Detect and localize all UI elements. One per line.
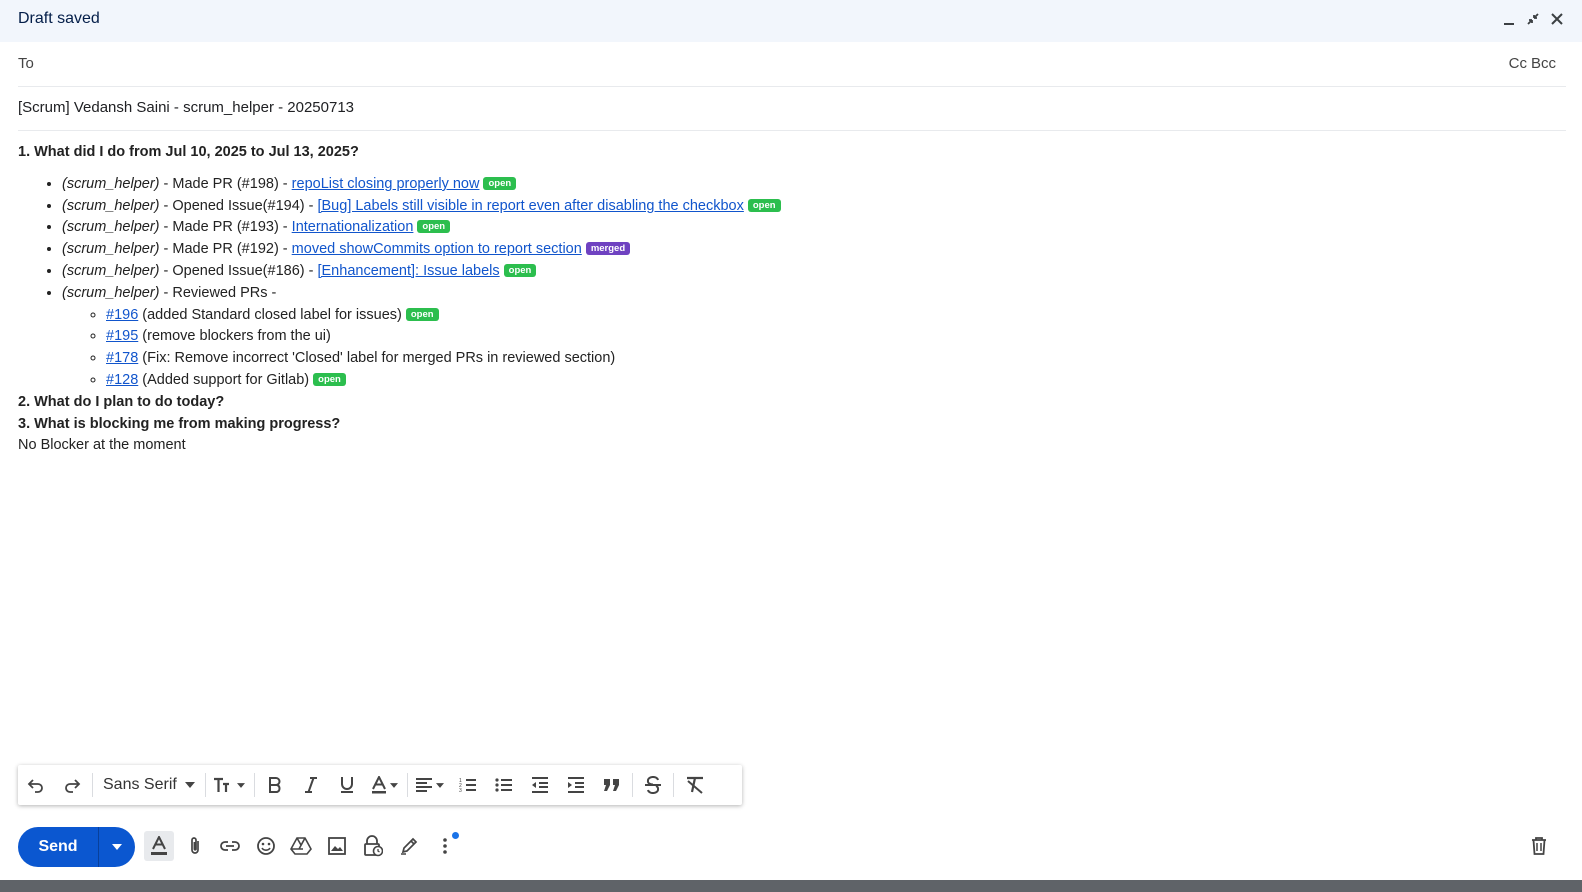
status-badge: merged bbox=[585, 242, 631, 256]
question-3-heading: 3. What is blocking me from making progr… bbox=[18, 415, 341, 432]
chevron-down-icon bbox=[184, 782, 195, 788]
formatting-toolbar: Sans Serif 123 bbox=[18, 765, 742, 805]
font-size-icon[interactable] bbox=[208, 767, 252, 803]
status-badge: open bbox=[503, 263, 537, 277]
status-badge: open bbox=[483, 176, 517, 190]
underline-icon[interactable] bbox=[329, 767, 365, 803]
activity-list: (scrum_helper) - Made PR (#198) - repoLi… bbox=[18, 174, 1558, 392]
numbered-list-icon[interactable]: 123 bbox=[450, 767, 486, 803]
list-item: (scrum_helper) - Made PR (#198) - repoLi… bbox=[62, 174, 1558, 196]
message-body[interactable]: 1. What did I do from Jul 10, 2025 to Ju… bbox=[18, 142, 1558, 457]
font-family-select[interactable]: Sans Serif bbox=[95, 767, 203, 803]
close-icon[interactable] bbox=[1548, 9, 1566, 29]
formatting-options-icon[interactable] bbox=[144, 831, 174, 861]
divider bbox=[631, 773, 633, 797]
subject-field[interactable]: [Scrum] Vedansh Saini - scrum_helper - 2… bbox=[18, 99, 354, 116]
compose-actions-bar: Send bbox=[0, 822, 1582, 872]
undo-icon[interactable] bbox=[18, 767, 54, 803]
window-controls bbox=[1500, 9, 1566, 29]
link-icon[interactable] bbox=[217, 833, 243, 859]
text-color-icon[interactable] bbox=[365, 767, 405, 803]
divider bbox=[204, 773, 206, 797]
confidential-mode-icon[interactable] bbox=[360, 833, 386, 859]
status-badge: open bbox=[405, 307, 439, 321]
redo-icon[interactable] bbox=[54, 767, 90, 803]
question-2-heading: 2. What do I plan to do today? bbox=[18, 393, 225, 410]
list-item: #128 (Added support for Gitlab)open bbox=[106, 370, 1558, 392]
recipients-row[interactable]: To Cc Bcc bbox=[18, 46, 1566, 87]
window-bottom-border bbox=[0, 880, 1582, 892]
cc-link[interactable]: Cc bbox=[1509, 55, 1527, 72]
pr-link[interactable]: #196 bbox=[106, 307, 138, 323]
list-item: (scrum_helper) - Made PR (#193) - Intern… bbox=[62, 217, 1558, 239]
pr-link[interactable]: #178 bbox=[106, 350, 138, 366]
draft-status-title: Draft saved bbox=[18, 10, 100, 27]
exit-fullscreen-icon[interactable] bbox=[1524, 9, 1542, 29]
attach-icon[interactable] bbox=[182, 833, 208, 859]
list-item: (scrum_helper) - Reviewed PRs - #196 (ad… bbox=[62, 283, 1558, 392]
list-item: #195 (remove blockers from the ui) bbox=[106, 326, 1558, 348]
strikethrough-icon[interactable] bbox=[635, 767, 671, 803]
notification-dot bbox=[452, 832, 459, 839]
pr-link[interactable]: repoList closing properly now bbox=[292, 176, 480, 192]
drive-icon[interactable] bbox=[288, 833, 314, 859]
cc-bcc-links: Cc Bcc bbox=[1509, 55, 1556, 72]
issue-link[interactable]: [Bug] Labels still visible in report eve… bbox=[317, 198, 743, 214]
status-badge: open bbox=[417, 220, 451, 234]
list-item: #178 (Fix: Remove incorrect 'Closed' lab… bbox=[106, 348, 1558, 370]
remove-formatting-icon[interactable] bbox=[676, 767, 714, 803]
list-item: (scrum_helper) - Opened Issue(#186) - [E… bbox=[62, 261, 1558, 283]
question-1-heading: 1. What did I do from Jul 10, 2025 to Ju… bbox=[18, 144, 359, 160]
pr-link[interactable]: #195 bbox=[106, 328, 138, 344]
issue-link[interactable]: [Enhancement]: Issue labels bbox=[317, 263, 499, 279]
svg-text:3: 3 bbox=[459, 788, 462, 793]
divider bbox=[406, 773, 408, 797]
insert-photo-icon[interactable] bbox=[324, 833, 350, 859]
to-label: To bbox=[18, 55, 34, 72]
reviewed-prs-list: #196 (added Standard closed label for is… bbox=[62, 305, 1558, 392]
divider bbox=[672, 773, 674, 797]
discard-draft-icon[interactable] bbox=[1526, 833, 1552, 859]
indent-less-icon[interactable] bbox=[522, 767, 558, 803]
bcc-link[interactable]: Bcc bbox=[1531, 55, 1556, 72]
status-badge: open bbox=[313, 372, 346, 386]
blocker-text: No Blocker at the moment bbox=[18, 437, 186, 454]
pr-link[interactable]: Internationalization bbox=[292, 219, 414, 235]
send-options-button[interactable] bbox=[99, 827, 135, 867]
list-item: (scrum_helper) - Made PR (#192) - moved … bbox=[62, 239, 1558, 261]
signature-icon[interactable] bbox=[396, 833, 422, 859]
bold-icon[interactable] bbox=[257, 767, 293, 803]
align-icon[interactable] bbox=[410, 767, 450, 803]
status-badge: open bbox=[747, 198, 781, 212]
divider bbox=[253, 773, 255, 797]
minimize-icon[interactable] bbox=[1500, 9, 1518, 29]
italic-icon[interactable] bbox=[293, 767, 329, 803]
bulleted-list-icon[interactable] bbox=[486, 767, 522, 803]
quote-icon[interactable] bbox=[594, 767, 630, 803]
send-button[interactable]: Send bbox=[18, 827, 98, 867]
compose-header: Draft saved bbox=[0, 0, 1582, 42]
pr-link[interactable]: moved showCommits option to report secti… bbox=[292, 241, 582, 257]
caret-down-icon bbox=[112, 844, 122, 850]
emoji-icon[interactable] bbox=[253, 833, 279, 859]
pr-link[interactable]: #128 bbox=[106, 372, 138, 388]
list-item: (scrum_helper) - Opened Issue(#194) - [B… bbox=[62, 196, 1558, 218]
divider bbox=[92, 773, 93, 797]
list-item: #196 (added Standard closed label for is… bbox=[106, 305, 1558, 327]
subject-row[interactable]: [Scrum] Vedansh Saini - scrum_helper - 2… bbox=[18, 88, 1566, 131]
indent-more-icon[interactable] bbox=[558, 767, 594, 803]
send-button-group: Send bbox=[18, 827, 135, 867]
